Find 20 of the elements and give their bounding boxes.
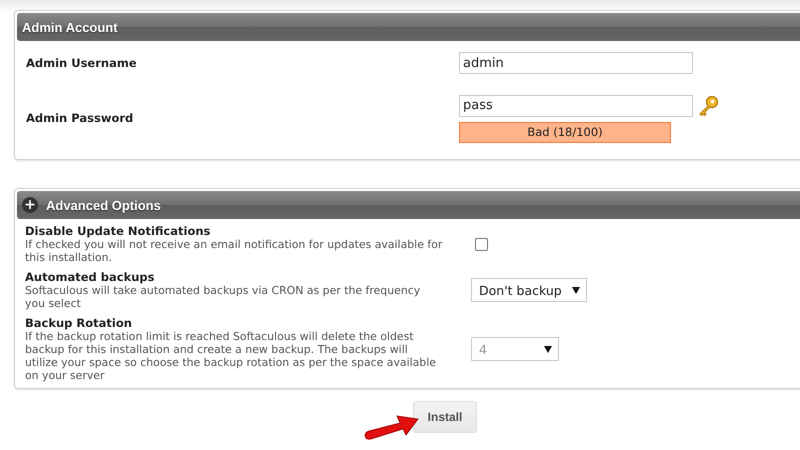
field-label: Admin Username — [26, 56, 138, 70]
option-description: Softaculous will take automated backups via CRON as per the frequency you select — [25, 284, 422, 310]
password-strength-bar: Bad (18/100) — [459, 122, 671, 142]
checkbox[interactable] — [475, 238, 488, 250]
field-label: Admin Password — [26, 111, 134, 125]
install-button[interactable]: Install — [413, 401, 477, 433]
key-icon[interactable] — [697, 94, 721, 118]
option-label: Automated backups — [25, 270, 156, 284]
option-description: If checked you will not receive an email notification for updates available for this installation. — [25, 238, 443, 264]
panel-title: Advanced Options — [46, 198, 161, 212]
caret-icon[interactable] — [572, 286, 580, 294]
option-label: Backup Rotation — [25, 316, 133, 330]
option-description: If the backup rotation limit is reached Softaculous will delete the oldest backup for this installation and create a new backup. The backups will utilize your space so choose the backup rotation as per the space available on your server — [25, 330, 437, 382]
panel-title: Admin Account — [22, 20, 118, 34]
option-label: Disable Update Notifications — [25, 224, 212, 238]
password-field[interactable]: pass — [459, 94, 693, 116]
panel-header[interactable]: + Advanced Options — [17, 191, 800, 219]
expand-icon[interactable]: + — [22, 197, 38, 213]
username-field[interactable]: admin — [459, 52, 693, 74]
dropdown[interactable]: Don't backup — [471, 278, 587, 302]
